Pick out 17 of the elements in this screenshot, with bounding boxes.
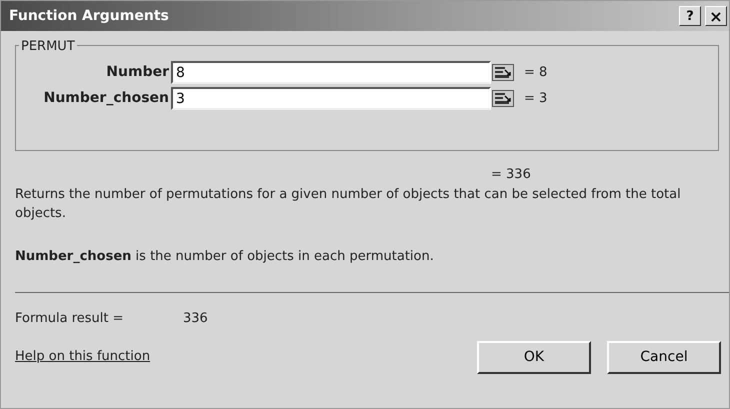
ok-button[interactable]: OK [477, 340, 591, 374]
formula-result-label: Formula result = [15, 310, 125, 328]
collapse-dialog-icon[interactable] [492, 64, 514, 81]
function-result: = 336 [490, 166, 532, 184]
argument-label: Number_chosen [42, 89, 170, 108]
formula-result-value: 336 [183, 310, 208, 328]
help-link[interactable]: Help on this function [15, 347, 150, 367]
help-button[interactable]: ? [679, 6, 701, 26]
collapse-dialog-icon[interactable] [492, 90, 514, 107]
argument-label: Number [105, 63, 170, 82]
cancel-button[interactable]: Cancel [607, 340, 721, 374]
window-title: Function Arguments [9, 6, 169, 26]
argument-description: Number_chosen is the number of objects in each permutation. [14, 248, 435, 266]
function-description: Returns the number of permutations for a given number of objects that can be selected from the total objects. [14, 186, 682, 222]
argument-result: = 3 [523, 90, 548, 108]
argument-result: = 8 [523, 64, 548, 82]
close-button[interactable]: × [705, 6, 727, 26]
